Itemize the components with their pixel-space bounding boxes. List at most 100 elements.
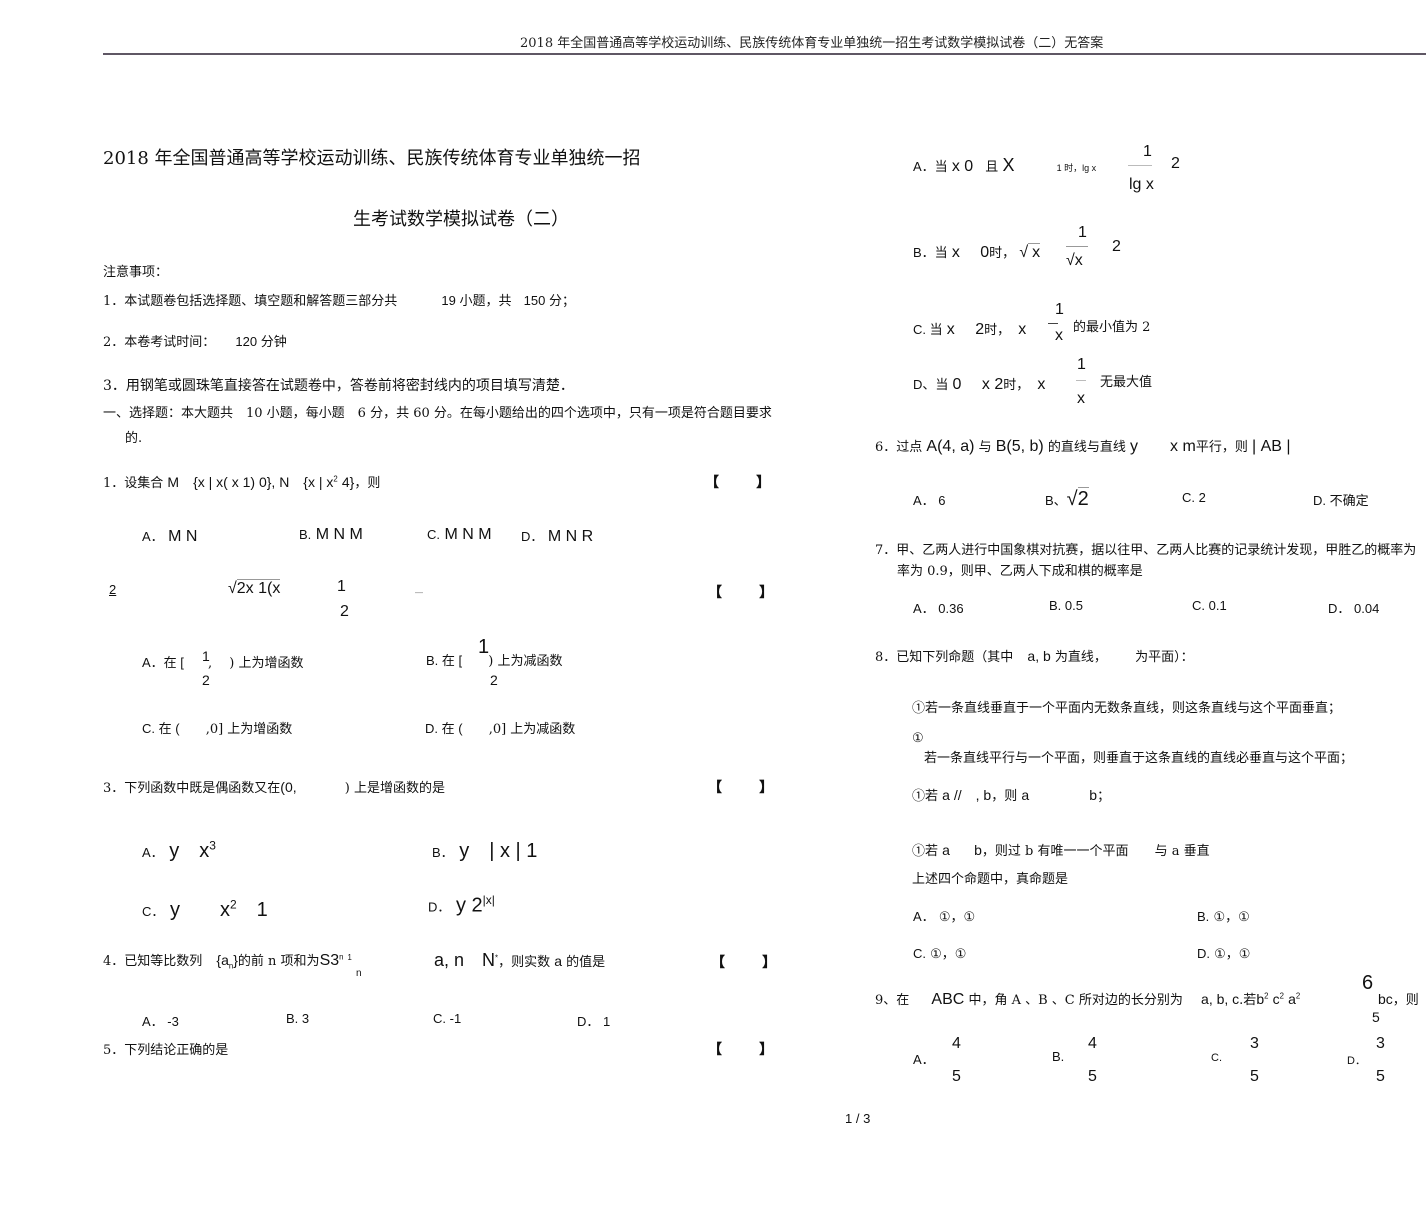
- q4-option-d[interactable]: D． 1: [577, 1011, 610, 1030]
- q2-option-c[interactable]: C. 在 ( ,0] 上为增函数: [142, 718, 292, 737]
- q6-mid2: 的直线与直线: [1047, 440, 1126, 455]
- q7-option-a[interactable]: A． 0.36: [913, 598, 964, 617]
- q8-option-c[interactable]: C. ①，①: [913, 943, 966, 962]
- q3-option-d[interactable]: D． y 2|x|: [428, 893, 495, 918]
- question-7-line-2: 率为 0.9，则甲、乙两人下成和棋的概率是: [897, 564, 1143, 579]
- q1-suffix: ，则: [354, 476, 381, 491]
- q4-sum-sub: n: [356, 968, 362, 979]
- note-1-mid: 19 小题，共: [441, 293, 512, 308]
- option-label: B、: [1045, 493, 1067, 508]
- q5-answer-bracket[interactable]: 【 】: [708, 1039, 773, 1059]
- note-1-prefix: 1．本试题卷包括选择题、填空题和解答题三部分共: [103, 294, 398, 309]
- q4-option-a[interactable]: A． -3: [142, 1011, 179, 1030]
- page-number: 1 / 3: [845, 1111, 871, 1126]
- prop-a: a: [1021, 787, 1030, 803]
- q3-interval: (0,: [280, 779, 297, 795]
- q2-option-b[interactable]: B. 在 [ 1 2 ) 上为减函数: [426, 636, 563, 688]
- q6-option-b[interactable]: B、√2: [1045, 487, 1089, 511]
- q3-option-c[interactable]: C． y x2 1: [142, 893, 268, 922]
- option-text: ) 上为减函数: [488, 654, 563, 669]
- q2-dash: —: [415, 588, 423, 597]
- option-label: C.: [913, 946, 926, 961]
- q1-option-d[interactable]: D． M N R: [521, 526, 593, 546]
- q8-proposition-2-marker: ①: [912, 731, 924, 746]
- q8-option-d[interactable]: D. ①，①: [1197, 943, 1250, 962]
- option-text: M N R: [547, 528, 594, 545]
- q1-option-a[interactable]: A． M N: [142, 526, 197, 546]
- q3-option-a[interactable]: A． y x3: [142, 834, 216, 863]
- option-text: 3: [301, 1011, 310, 1026]
- q9-option-c[interactable]: C.: [1211, 1052, 1222, 1064]
- q8-option-b[interactable]: B. ①，①: [1197, 906, 1250, 925]
- q7-option-d[interactable]: D． 0.04: [1328, 598, 1379, 617]
- q6-option-c[interactable]: C. 2: [1182, 490, 1206, 505]
- q4-option-b[interactable]: B. 3: [286, 1011, 309, 1026]
- q3-answer-bracket[interactable]: 【 】: [708, 777, 773, 797]
- option-text: M N M: [444, 526, 492, 543]
- option-label: C．: [142, 904, 165, 919]
- prop-prefix: ①若: [912, 789, 939, 804]
- q4-sum-exp: n: [339, 952, 344, 962]
- q4-answer-bracket[interactable]: 【 】: [711, 952, 776, 972]
- option-label: D.: [1313, 493, 1326, 508]
- option-text: M N: [168, 528, 198, 545]
- title-line-2: 生考试数学模拟试卷（二）: [353, 209, 569, 230]
- q3-option-b[interactable]: B． y | x | 1: [432, 834, 537, 863]
- q8-mid: 为直线，: [1054, 650, 1107, 665]
- question-7-line-1: 7．甲、乙两人进行中国象棋对抗赛，据以往甲、乙两人比赛的记录统计发现，甲胜乙的概…: [875, 543, 1417, 558]
- q1-option-c[interactable]: C. M N M: [427, 526, 492, 544]
- q4-seq: {a: [216, 952, 229, 968]
- q6-option-d[interactable]: D. 不确定: [1313, 490, 1369, 509]
- q5-option-d[interactable]: D、当 0 x 2时， x: [913, 370, 1045, 394]
- option-label: A．: [913, 1052, 935, 1067]
- q6-point-a: A(4, a): [926, 438, 975, 455]
- note-3: 3．用钢笔或圆珠笔直接答在试题卷中，答卷前将密封线内的项目填写清楚．: [103, 378, 574, 394]
- q9-exp: 2: [1295, 991, 1301, 1001]
- q8-proposition-3: ①若 a // , b，则 a b；: [912, 785, 1110, 805]
- q4-option-c[interactable]: C. -1: [433, 1011, 461, 1026]
- frac-den: 2: [490, 672, 498, 688]
- q5d-frac-bar: [1076, 380, 1086, 381]
- q9-option-d[interactable]: D．: [1347, 1052, 1366, 1068]
- q8-option-a[interactable]: A． ①，①: [913, 906, 975, 925]
- q9c-den: 5: [1250, 1068, 1259, 1085]
- q9-option-b[interactable]: B.: [1052, 1049, 1064, 1064]
- q5b-tail: 2: [1112, 238, 1121, 255]
- q5b-frac-bar: [1066, 246, 1088, 247]
- q7-option-c[interactable]: C. 0.1: [1192, 598, 1227, 613]
- question-3-stem: 3．下列函数中既是偶函数又在(0, ) 上是增函数的是: [103, 777, 445, 796]
- q1-option-b[interactable]: B. M N M: [299, 526, 363, 544]
- option-label: A．: [913, 493, 935, 508]
- q5-option-a[interactable]: A．当 x 0 且 X 1 时，lg x: [913, 155, 1096, 176]
- option-text: , ) 上为增函数: [208, 656, 304, 671]
- option-label: A．当: [913, 159, 948, 174]
- q9-frac-den: 5: [1372, 1009, 1380, 1025]
- q6-option-a[interactable]: A． 6: [913, 490, 946, 509]
- q2-frac-den: 2: [340, 603, 349, 620]
- q7-option-b[interactable]: B. 0.5: [1049, 598, 1083, 613]
- q2-option-a[interactable]: A．在 [ 1 2 , ) 上为增函数: [142, 648, 304, 688]
- option-label: A．: [142, 529, 164, 544]
- q5a-frac-num: 1: [1143, 143, 1152, 160]
- q6-line: y x m: [1130, 438, 1196, 455]
- q9-mid: 中，角 A 、B 、C 所对边的长分别为: [968, 993, 1183, 1008]
- q2-frac-num: 1: [337, 578, 346, 595]
- prop-b: b: [1089, 787, 1098, 803]
- q2-radicand: 2x 1(x: [236, 579, 281, 597]
- q9c-num: 3: [1250, 1035, 1259, 1052]
- option-text: ①，①: [1213, 910, 1250, 925]
- q9-option-a[interactable]: A．: [913, 1049, 935, 1068]
- q5-option-c[interactable]: C. 当 x 2时， x: [913, 315, 1026, 339]
- bracket-close: 】: [762, 955, 777, 971]
- q9-exp: 2: [1264, 991, 1269, 1001]
- q2-number: 2: [109, 582, 117, 597]
- option-math2: X: [1002, 155, 1015, 175]
- q2-answer-bracket[interactable]: 【 】: [708, 582, 773, 602]
- option-label: D．: [1328, 601, 1351, 616]
- option-mid: 时，: [984, 323, 1011, 338]
- prop-b: b: [974, 842, 982, 858]
- q2-option-d[interactable]: D. 在 ( ,0] 上为减函数: [425, 718, 575, 737]
- q1-answer-bracket[interactable]: 【 】: [705, 472, 770, 492]
- bracket-close: 】: [759, 585, 774, 601]
- q5-option-b[interactable]: B．当 x 0时， √ x: [913, 238, 1041, 262]
